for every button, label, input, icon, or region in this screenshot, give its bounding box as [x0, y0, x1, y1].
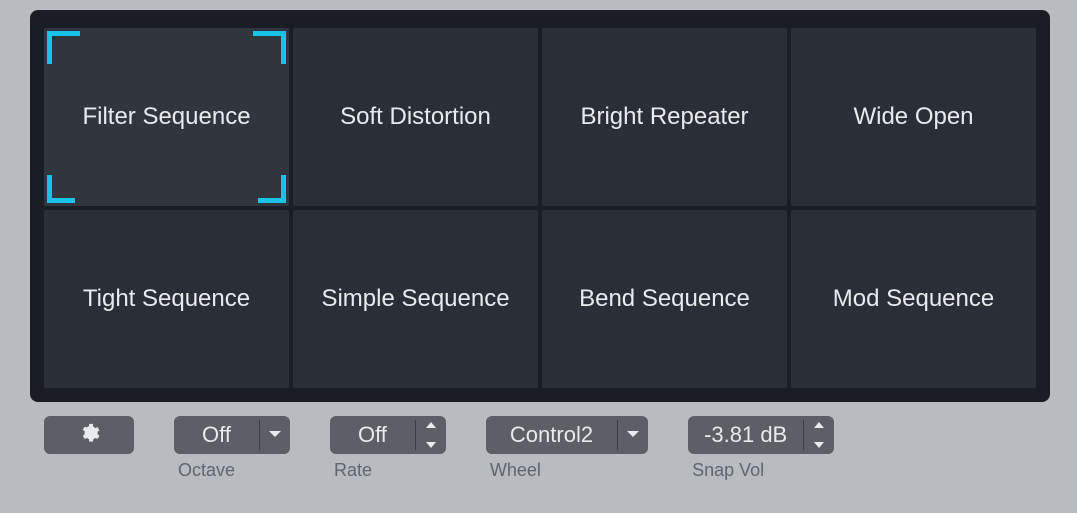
snapshot-cell-5[interactable]: Tight Sequence	[44, 210, 289, 388]
settings-button[interactable]	[44, 416, 134, 454]
snapshot-label: Mod Sequence	[833, 284, 994, 314]
snapshot-cell-4[interactable]: Wide Open	[791, 28, 1036, 206]
snap-vol-value[interactable]: -3.81 dB	[688, 416, 803, 454]
snapshot-label: Soft Distortion	[340, 102, 491, 132]
rate-label: Rate	[334, 460, 372, 481]
rate-control: Off Rate	[330, 416, 446, 481]
snapshot-cell-8[interactable]: Mod Sequence	[791, 210, 1036, 388]
snapshot-label: Tight Sequence	[83, 284, 250, 314]
octave-value[interactable]: Off	[174, 416, 259, 454]
octave-control: Off Octave	[174, 416, 290, 481]
snapshot-grid: Filter Sequence Soft Distortion Bright R…	[44, 28, 1036, 388]
snapshot-label: Simple Sequence	[321, 284, 509, 314]
rate-stepper[interactable]	[416, 416, 446, 454]
chevron-up-icon	[813, 416, 825, 434]
snapshot-label: Bend Sequence	[579, 284, 750, 314]
controls-bar: Off Octave Off Rate	[30, 416, 1047, 481]
snapshot-cell-6[interactable]: Simple Sequence	[293, 210, 538, 388]
snapshot-cell-1[interactable]: Filter Sequence	[44, 28, 289, 206]
snapshot-cell-3[interactable]: Bright Repeater	[542, 28, 787, 206]
snapshot-label: Wide Open	[853, 102, 973, 132]
snap-vol-stepper[interactable]	[804, 416, 834, 454]
chevron-up-icon	[425, 416, 437, 434]
octave-dropdown[interactable]	[260, 416, 290, 454]
snap-vol-control: -3.81 dB Snap Vol	[688, 416, 834, 481]
snapshot-label: Filter Sequence	[82, 102, 250, 132]
snapshot-cell-7[interactable]: Bend Sequence	[542, 210, 787, 388]
chevron-down-icon	[425, 436, 437, 454]
chevron-down-icon	[626, 426, 640, 444]
chevron-down-icon	[813, 436, 825, 454]
gear-icon	[78, 422, 100, 449]
snapshot-label: Bright Repeater	[580, 102, 748, 132]
octave-label: Octave	[178, 460, 235, 481]
rate-value[interactable]: Off	[330, 416, 415, 454]
wheel-label: Wheel	[490, 460, 541, 481]
wheel-dropdown[interactable]	[618, 416, 648, 454]
wheel-control: Control2 Wheel	[486, 416, 648, 481]
snapshot-panel: Filter Sequence Soft Distortion Bright R…	[30, 10, 1050, 402]
chevron-down-icon	[268, 426, 282, 444]
wheel-value[interactable]: Control2	[486, 416, 617, 454]
snap-vol-label: Snap Vol	[692, 460, 764, 481]
snapshot-cell-2[interactable]: Soft Distortion	[293, 28, 538, 206]
